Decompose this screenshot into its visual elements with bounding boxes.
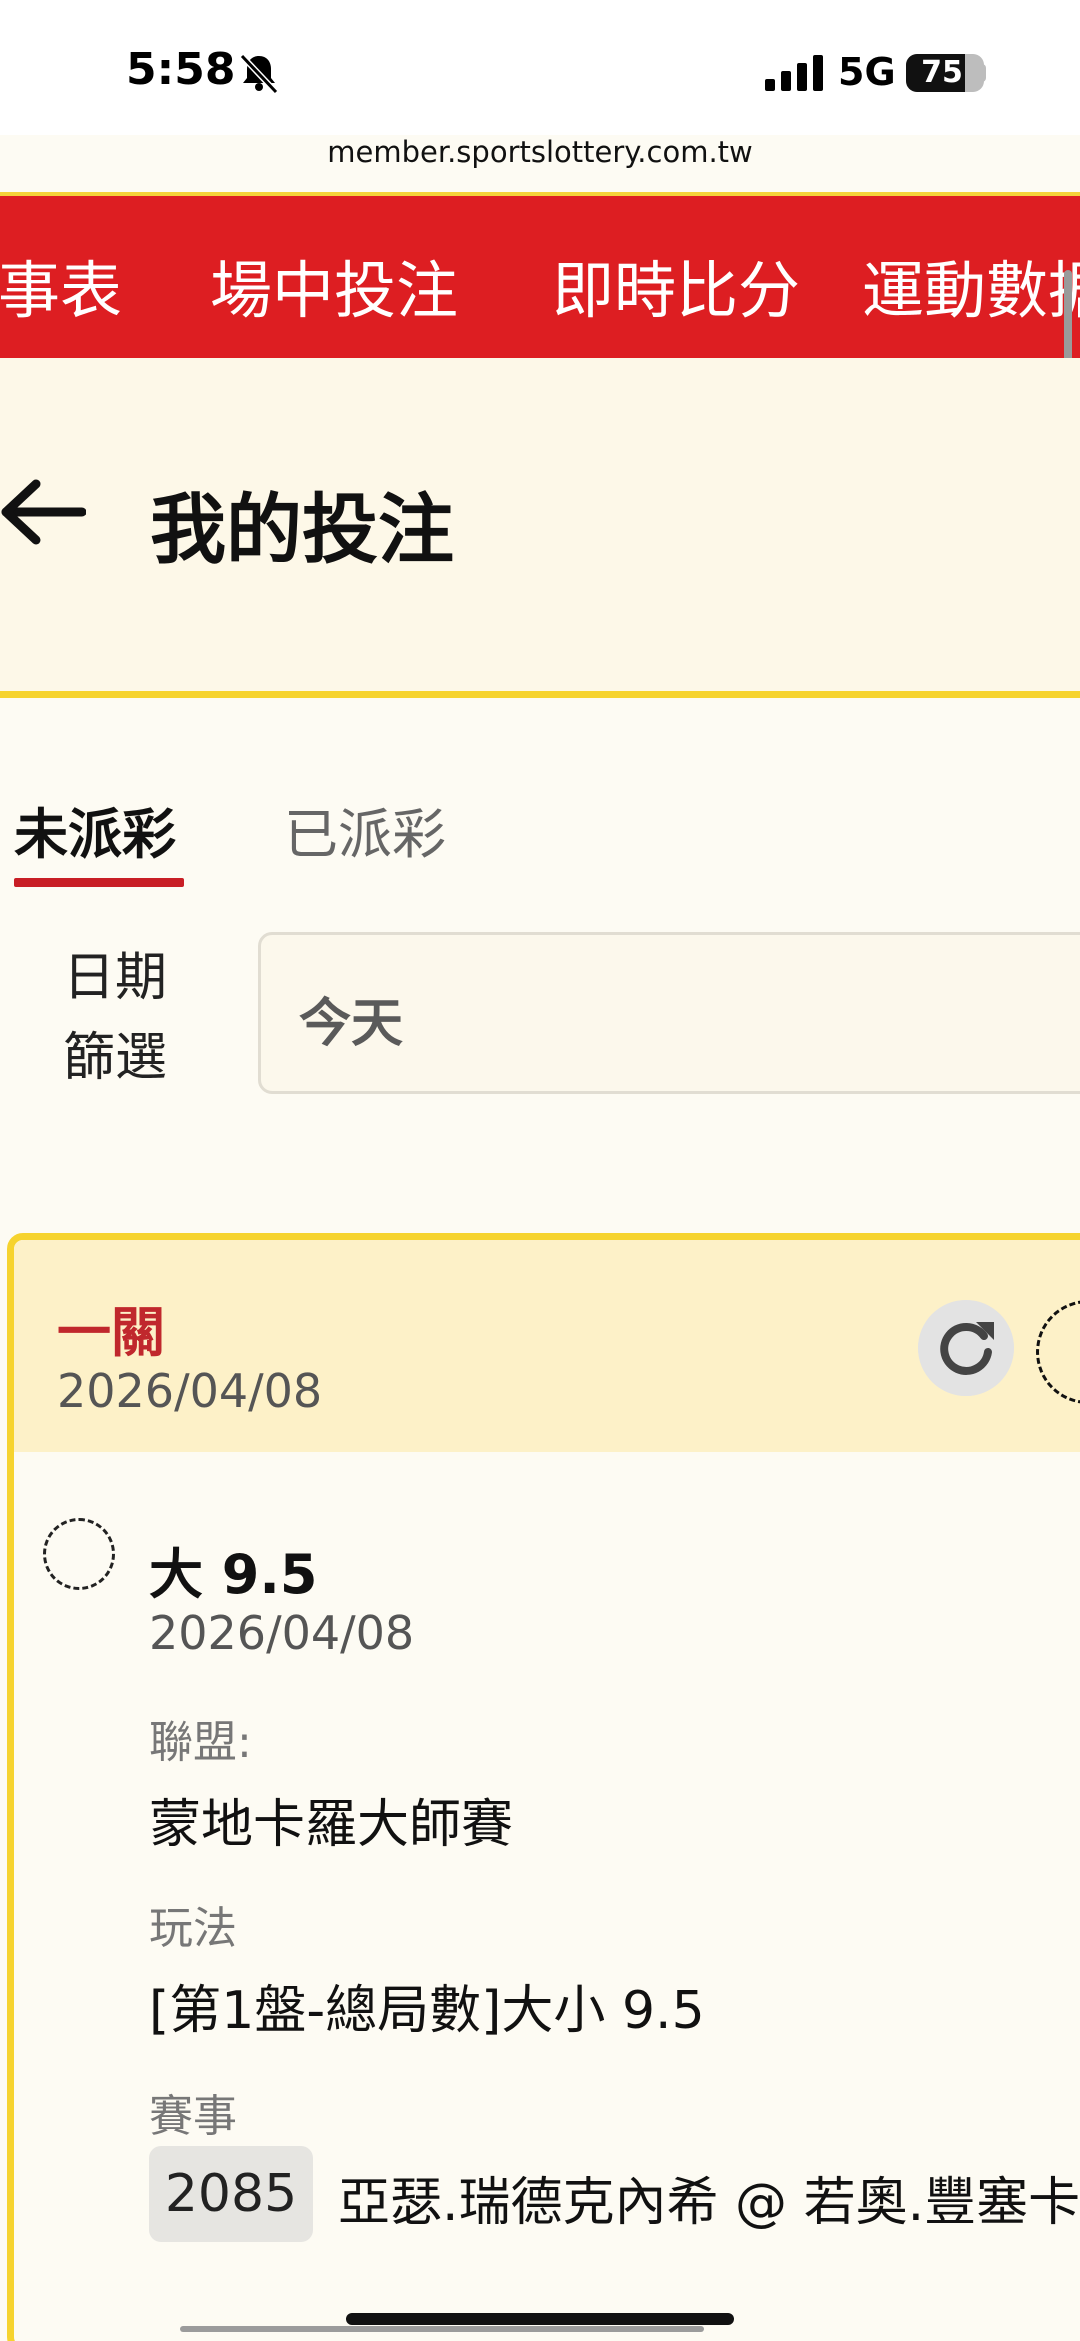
league-value: 蒙地卡羅大師賽	[149, 1795, 514, 1855]
scroll-indicator	[180, 2326, 704, 2332]
bet-status-indicator	[1036, 1300, 1080, 1404]
page-header: 我的投注	[0, 358, 1080, 698]
date-filter-value: 今天	[299, 994, 404, 1054]
battery-percent: 75	[921, 55, 963, 90]
selection-name: 大 9.5	[149, 1543, 318, 1606]
league-label: 聯盟:	[149, 1717, 252, 1768]
nav-item-schedule[interactable]: 事表	[0, 240, 122, 330]
active-tab-indicator	[14, 878, 184, 887]
bet-type: 一關	[57, 1301, 165, 1364]
selection-status-indicator	[43, 1518, 115, 1590]
status-bar: 5:58 5G 75 member.sportslottery.com.tw	[0, 0, 1080, 169]
refresh-icon[interactable]	[918, 1300, 1014, 1396]
event-id-badge: 2085	[149, 2146, 313, 2242]
page-title: 我的投注	[150, 485, 454, 574]
top-nav: 事表 場中投注 即時比分 運動數据	[0, 192, 1080, 358]
date-filter-label-line1: 日期	[62, 948, 167, 1008]
cellular-signal-icon	[765, 55, 823, 91]
tab-settled[interactable]: 已派彩	[284, 790, 446, 869]
bet-date: 2026/04/08	[57, 1364, 323, 1418]
arrow-left-icon[interactable]	[0, 476, 86, 548]
status-time: 5:58	[126, 44, 236, 95]
address-bar-url[interactable]: member.sportslottery.com.tw	[0, 135, 1080, 169]
play-value: [第1盤-總局數]大小 9.5	[149, 1981, 705, 2041]
date-filter-select[interactable]: 今天	[258, 932, 1080, 1094]
battery-icon: 75	[906, 54, 984, 92]
nav-item-live-betting[interactable]: 場中投注	[210, 240, 458, 330]
nav-item-live-scores[interactable]: 即時比分	[552, 240, 800, 330]
date-filter-label: 日期 篩選	[40, 938, 190, 1098]
event-label: 賽事	[149, 2091, 237, 2142]
nav-item-sports-data[interactable]: 運動數据	[862, 240, 1080, 330]
home-indicator[interactable]	[346, 2313, 734, 2325]
event-name: 亞瑟.瑞德克內希 @ 若奧.豐塞卡	[338, 2173, 1080, 2233]
selection-date: 2026/04/08	[149, 1606, 415, 1660]
network-type: 5G	[838, 50, 896, 94]
bell-slash-icon	[239, 53, 279, 94]
tab-unsettled[interactable]: 未派彩	[14, 790, 176, 869]
bet-card-header: 一關 2026/04/08	[14, 1240, 1080, 1452]
date-filter-label-line2: 篩選	[62, 1028, 167, 1088]
battery-tip	[980, 64, 986, 82]
play-label: 玩法	[149, 1903, 237, 1954]
